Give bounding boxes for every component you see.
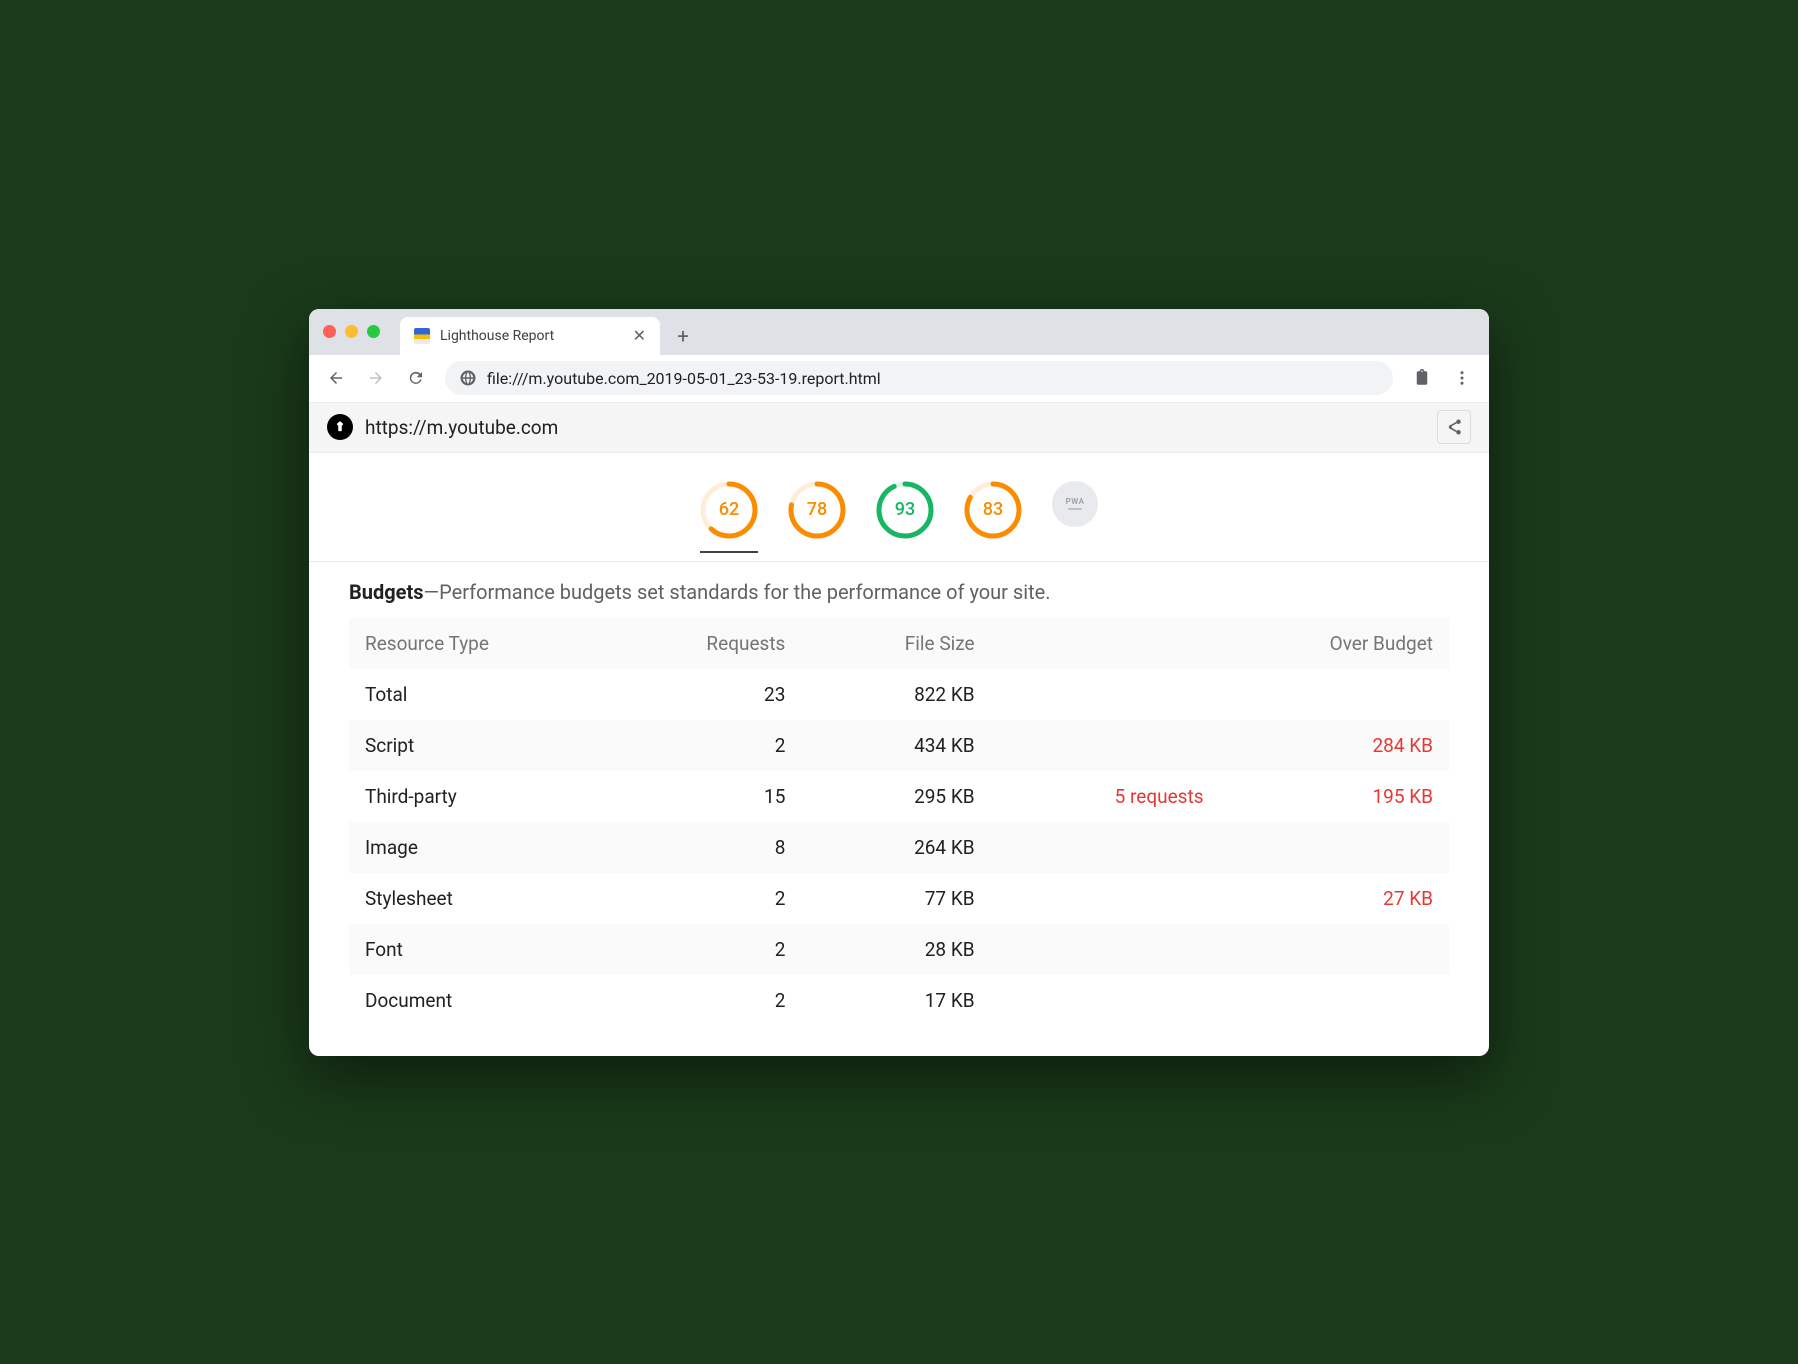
cell-resource: Total: [349, 669, 613, 720]
gauge-score: 83: [964, 481, 1022, 539]
cell-size: 434 KB: [801, 720, 1014, 771]
cell-over-size: [1220, 924, 1449, 975]
cell-size: 822 KB: [801, 669, 1014, 720]
kebab-menu-icon: [1453, 369, 1471, 387]
table-row: Script 2 434 KB 284 KB: [349, 720, 1449, 771]
gauge-score: 78: [788, 481, 846, 539]
window-controls: [323, 309, 400, 355]
close-window-button[interactable]: [323, 325, 336, 338]
back-button[interactable]: [319, 361, 353, 395]
cell-resource: Document: [349, 975, 613, 1026]
cell-requests: 2: [613, 975, 801, 1026]
tab-title: Lighthouse Report: [440, 328, 554, 344]
cell-resource: Image: [349, 822, 613, 873]
lighthouse-favicon-icon: [414, 328, 430, 344]
budgets-section: Budgets—Performance budgets set standard…: [309, 562, 1489, 1056]
cell-size: 264 KB: [801, 822, 1014, 873]
cell-resource: Font: [349, 924, 613, 975]
browser-window: Lighthouse Report ✕ + file:///m.youtube.…: [309, 309, 1489, 1056]
forward-button[interactable]: [359, 361, 393, 395]
cell-over-size: 27 KB: [1220, 873, 1449, 924]
cell-over-requests: [1015, 924, 1220, 975]
url-text: file:///m.youtube.com_2019-05-01_23-53-1…: [487, 369, 881, 388]
table-row: Document 2 17 KB: [349, 975, 1449, 1026]
cell-requests: 2: [613, 720, 801, 771]
score-gauge-1[interactable]: 78: [788, 481, 846, 539]
pwa-badge-icon: PWA: [1052, 481, 1098, 527]
report-header: https://m.youtube.com: [309, 403, 1489, 453]
budgets-heading: Budgets—Performance budgets set standard…: [349, 580, 1449, 604]
globe-icon: [459, 369, 477, 387]
lighthouse-logo-icon: [327, 414, 353, 440]
col-file-size: File Size: [801, 618, 1014, 669]
share-button[interactable]: [1437, 410, 1471, 444]
cell-requests: 15: [613, 771, 801, 822]
cell-requests: 8: [613, 822, 801, 873]
reload-icon: [407, 369, 425, 387]
cell-over-size: [1220, 822, 1449, 873]
gauge-score: 62: [700, 481, 758, 539]
reload-button[interactable]: [399, 361, 433, 395]
gauge-score: 93: [876, 481, 934, 539]
cell-over-requests: [1015, 822, 1220, 873]
table-row: Font 2 28 KB: [349, 924, 1449, 975]
score-gauge-0[interactable]: 62: [700, 481, 758, 553]
arrow-right-icon: [367, 369, 385, 387]
budgets-header-row: Resource Type Requests File Size Over Bu…: [349, 618, 1449, 669]
budgets-table: Resource Type Requests File Size Over Bu…: [349, 618, 1449, 1026]
cell-over-requests: [1015, 873, 1220, 924]
cell-over-requests: [1015, 720, 1220, 771]
table-row: Third-party 15 295 KB 5 requests 195 KB: [349, 771, 1449, 822]
tab-bar: Lighthouse Report ✕ +: [309, 309, 1489, 355]
budgets-heading-bold: Budgets: [349, 580, 424, 604]
clipboard-icon: [1413, 369, 1431, 387]
col-over-budget-requests: [1015, 618, 1220, 669]
cell-over-requests: [1015, 975, 1220, 1026]
cell-over-size: 195 KB: [1220, 771, 1449, 822]
cell-over-requests: [1015, 669, 1220, 720]
browser-tab[interactable]: Lighthouse Report ✕: [400, 317, 660, 355]
score-gauges: 62 78 93 83 PWA: [309, 453, 1489, 562]
arrow-left-icon: [327, 369, 345, 387]
extensions-button[interactable]: [1405, 361, 1439, 395]
cell-over-size: [1220, 975, 1449, 1026]
report-url: https://m.youtube.com: [365, 416, 558, 439]
browser-toolbar: file:///m.youtube.com_2019-05-01_23-53-1…: [309, 355, 1489, 403]
cell-requests: 23: [613, 669, 801, 720]
menu-button[interactable]: [1445, 361, 1479, 395]
cell-resource: Stylesheet: [349, 873, 613, 924]
share-icon: [1445, 418, 1463, 436]
score-gauge-2[interactable]: 93: [876, 481, 934, 539]
maximize-window-button[interactable]: [367, 325, 380, 338]
cell-over-size: [1220, 669, 1449, 720]
cell-resource: Third-party: [349, 771, 613, 822]
score-gauge-3[interactable]: 83: [964, 481, 1022, 539]
cell-over-requests: 5 requests: [1015, 771, 1220, 822]
cell-size: 17 KB: [801, 975, 1014, 1026]
col-requests: Requests: [613, 618, 801, 669]
table-row: Total 23 822 KB: [349, 669, 1449, 720]
minimize-window-button[interactable]: [345, 325, 358, 338]
cell-size: 77 KB: [801, 873, 1014, 924]
cell-over-size: 284 KB: [1220, 720, 1449, 771]
cell-resource: Script: [349, 720, 613, 771]
new-tab-button[interactable]: +: [668, 321, 698, 351]
address-bar[interactable]: file:///m.youtube.com_2019-05-01_23-53-1…: [445, 361, 1393, 395]
pwa-gauge[interactable]: PWA: [1052, 481, 1098, 539]
table-row: Stylesheet 2 77 KB 27 KB: [349, 873, 1449, 924]
cell-requests: 2: [613, 924, 801, 975]
col-over-budget: Over Budget: [1220, 618, 1449, 669]
close-tab-icon[interactable]: ✕: [633, 326, 646, 345]
cell-size: 28 KB: [801, 924, 1014, 975]
col-resource-type: Resource Type: [349, 618, 613, 669]
cell-requests: 2: [613, 873, 801, 924]
budgets-heading-rest: —Performance budgets set standards for t…: [424, 580, 1051, 604]
cell-size: 295 KB: [801, 771, 1014, 822]
table-row: Image 8 264 KB: [349, 822, 1449, 873]
